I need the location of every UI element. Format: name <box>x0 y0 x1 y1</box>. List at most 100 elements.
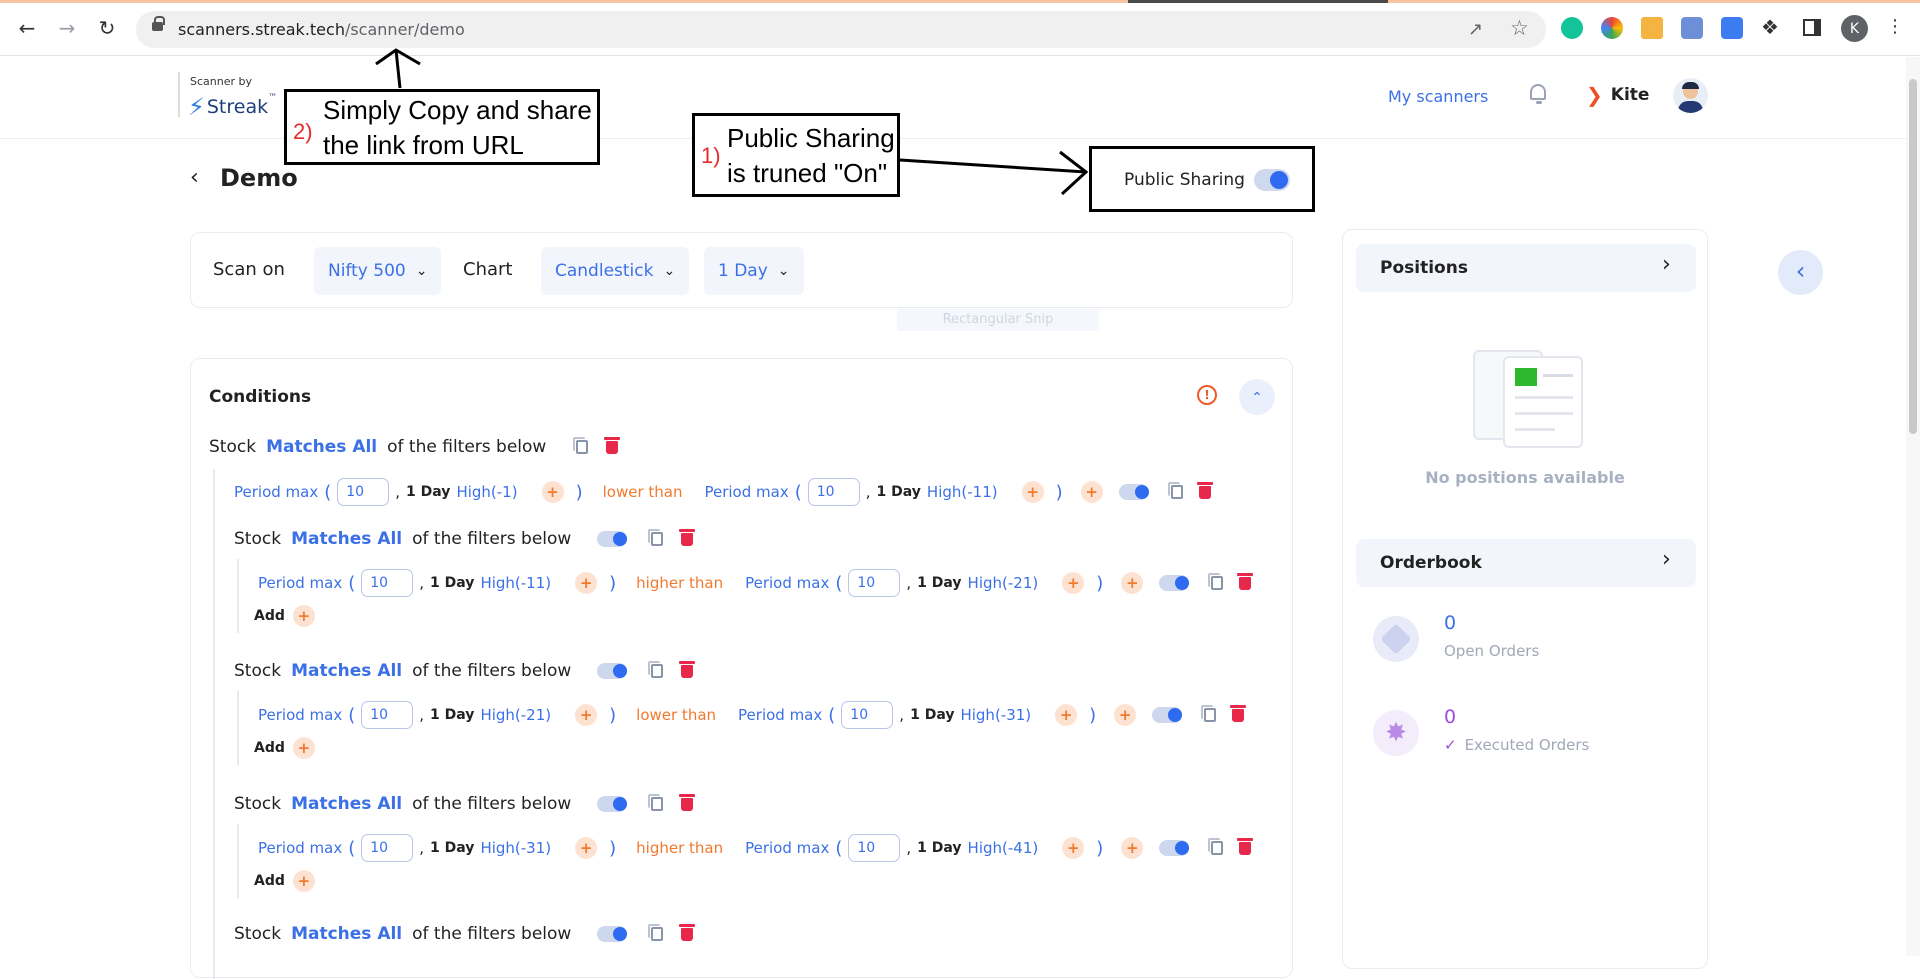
address-bar[interactable]: scanners.streak.tech/scanner/demo ↗ ☆ <box>136 11 1546 48</box>
period-input[interactable]: 10 <box>848 834 901 862</box>
add-operator-icon[interactable]: + <box>1062 572 1085 594</box>
comparator[interactable]: higher than <box>636 574 723 592</box>
collapse-chevron-up-icon[interactable]: ⌃ <box>1239 379 1275 415</box>
match-mode-dropdown[interactable]: Matches All <box>291 661 402 681</box>
period-input[interactable]: 10 <box>361 569 414 597</box>
forward-arrow-icon[interactable]: → <box>53 14 81 42</box>
delete-icon[interactable] <box>1237 837 1254 855</box>
add-condition-icon[interactable]: + <box>1121 837 1144 859</box>
add-operator-icon[interactable]: + <box>575 572 598 594</box>
period-input[interactable]: 10 <box>337 478 390 506</box>
function-name[interactable]: Period max <box>745 839 829 857</box>
function-name[interactable]: Period max <box>738 706 822 724</box>
condition-toggle[interactable] <box>1159 575 1190 591</box>
add-condition-icon[interactable]: + <box>1114 704 1137 726</box>
group-toggle[interactable] <box>597 531 628 547</box>
timeframe[interactable]: 1 Day <box>910 707 954 723</box>
timeframe[interactable]: 1 Day <box>430 707 474 723</box>
group-toggle[interactable] <box>597 926 628 942</box>
field-name[interactable]: High(-11) <box>480 574 551 592</box>
delete-icon[interactable] <box>1237 572 1254 590</box>
page-scrollbar[interactable] <box>1906 57 1920 956</box>
add-filter-row[interactable]: Add + <box>254 870 315 892</box>
condition-toggle[interactable] <box>1118 484 1149 500</box>
period-input[interactable]: 10 <box>841 701 894 729</box>
add-operator-icon[interactable]: + <box>575 837 598 859</box>
delete-icon[interactable] <box>679 528 696 546</box>
timeframe-dropdown[interactable]: 1 Day ⌄ <box>704 247 804 295</box>
add-label[interactable]: Add <box>254 873 285 889</box>
period-input[interactable]: 10 <box>848 569 901 597</box>
kite-link[interactable]: ❯ Kite <box>1586 83 1649 107</box>
match-mode-dropdown[interactable]: Matches All <box>266 437 377 457</box>
delete-icon[interactable] <box>679 660 696 678</box>
share-icon[interactable]: ↗ <box>1468 19 1483 40</box>
url-text[interactable]: scanners.streak.tech/scanner/demo <box>178 20 465 39</box>
scrollbar-thumb[interactable] <box>1909 79 1917 434</box>
lock-icon[interactable] <box>152 16 165 31</box>
copy-icon[interactable] <box>573 437 589 454</box>
add-condition-icon[interactable]: + <box>1121 572 1144 594</box>
streak-logo[interactable]: ⚡ Streak ™ <box>188 93 277 121</box>
copy-icon[interactable] <box>648 661 664 678</box>
match-mode-dropdown[interactable]: Matches All <box>291 924 402 944</box>
add-filter-icon[interactable]: + <box>292 737 315 759</box>
add-operator-icon[interactable]: + <box>1062 837 1085 859</box>
timeframe[interactable]: 1 Day <box>430 840 474 856</box>
user-avatar[interactable] <box>1673 78 1708 113</box>
delete-icon[interactable] <box>679 793 696 811</box>
reload-icon[interactable]: ↻ <box>93 14 121 42</box>
comparator[interactable]: higher than <box>636 839 723 857</box>
add-operator-icon[interactable]: + <box>1055 704 1078 726</box>
copy-icon[interactable] <box>648 794 664 811</box>
copy-icon[interactable] <box>648 529 664 546</box>
field-name[interactable]: High(-31) <box>480 839 551 857</box>
info-icon[interactable]: ! <box>1197 385 1217 405</box>
field-name[interactable]: High(-31) <box>960 706 1031 724</box>
period-input[interactable]: 10 <box>807 478 860 506</box>
timeframe[interactable]: 1 Day <box>430 575 474 591</box>
extensions-puzzle-icon[interactable]: ❖ <box>1761 15 1779 39</box>
screen-record-extension-icon[interactable] <box>1721 17 1743 39</box>
universe-dropdown[interactable]: Nifty 500 ⌄ <box>314 247 442 295</box>
timeframe[interactable]: 1 Day <box>917 840 961 856</box>
back-chevron-icon[interactable]: ‹ <box>190 165 199 190</box>
match-mode-dropdown[interactable]: Matches All <box>291 529 402 549</box>
copy-icon[interactable] <box>648 924 664 941</box>
add-filter-row[interactable]: Add + <box>254 605 315 627</box>
back-arrow-icon[interactable]: ← <box>13 14 41 42</box>
comparator[interactable]: lower than <box>603 483 683 501</box>
add-filter-icon[interactable]: + <box>292 605 315 627</box>
positions-header[interactable]: Positions › <box>1356 244 1696 292</box>
timeframe[interactable]: 1 Day <box>406 484 450 500</box>
my-scanners-link[interactable]: My scanners <box>1388 87 1488 106</box>
delete-icon[interactable] <box>1196 481 1213 499</box>
add-condition-icon[interactable]: + <box>1080 481 1103 503</box>
group-toggle[interactable] <box>597 663 628 679</box>
period-input[interactable]: 10 <box>361 834 414 862</box>
chart-type-dropdown[interactable]: Candlestick ⌄ <box>541 247 690 295</box>
bell-icon[interactable] <box>1530 84 1548 104</box>
function-name[interactable]: Period max <box>258 839 342 857</box>
field-name[interactable]: High(-41) <box>968 839 1039 857</box>
copy-icon[interactable] <box>1167 482 1183 499</box>
copy-icon[interactable] <box>1208 573 1224 590</box>
side-panel-icon[interactable] <box>1803 19 1821 36</box>
profile-avatar[interactable]: K <box>1841 15 1868 42</box>
field-name[interactable]: High(-21) <box>968 574 1039 592</box>
copy-icon[interactable] <box>1201 705 1217 722</box>
match-mode-dropdown[interactable]: Matches All <box>291 794 402 814</box>
comparator[interactable]: lower than <box>636 706 716 724</box>
condition-toggle[interactable] <box>1159 840 1190 856</box>
field-name[interactable]: High(-21) <box>480 706 551 724</box>
add-operator-icon[interactable]: + <box>575 704 598 726</box>
delete-icon[interactable] <box>604 436 621 454</box>
orderbook-header[interactable]: Orderbook › <box>1356 539 1696 587</box>
notes-extension-icon[interactable] <box>1641 17 1663 39</box>
function-name[interactable]: Period max <box>258 706 342 724</box>
function-name[interactable]: Period max <box>234 483 318 501</box>
delete-icon[interactable] <box>679 923 696 941</box>
copy-icon[interactable] <box>1208 838 1224 855</box>
public-sharing-toggle[interactable] <box>1254 169 1290 191</box>
bookmark-star-icon[interactable]: ☆ <box>1510 16 1529 40</box>
